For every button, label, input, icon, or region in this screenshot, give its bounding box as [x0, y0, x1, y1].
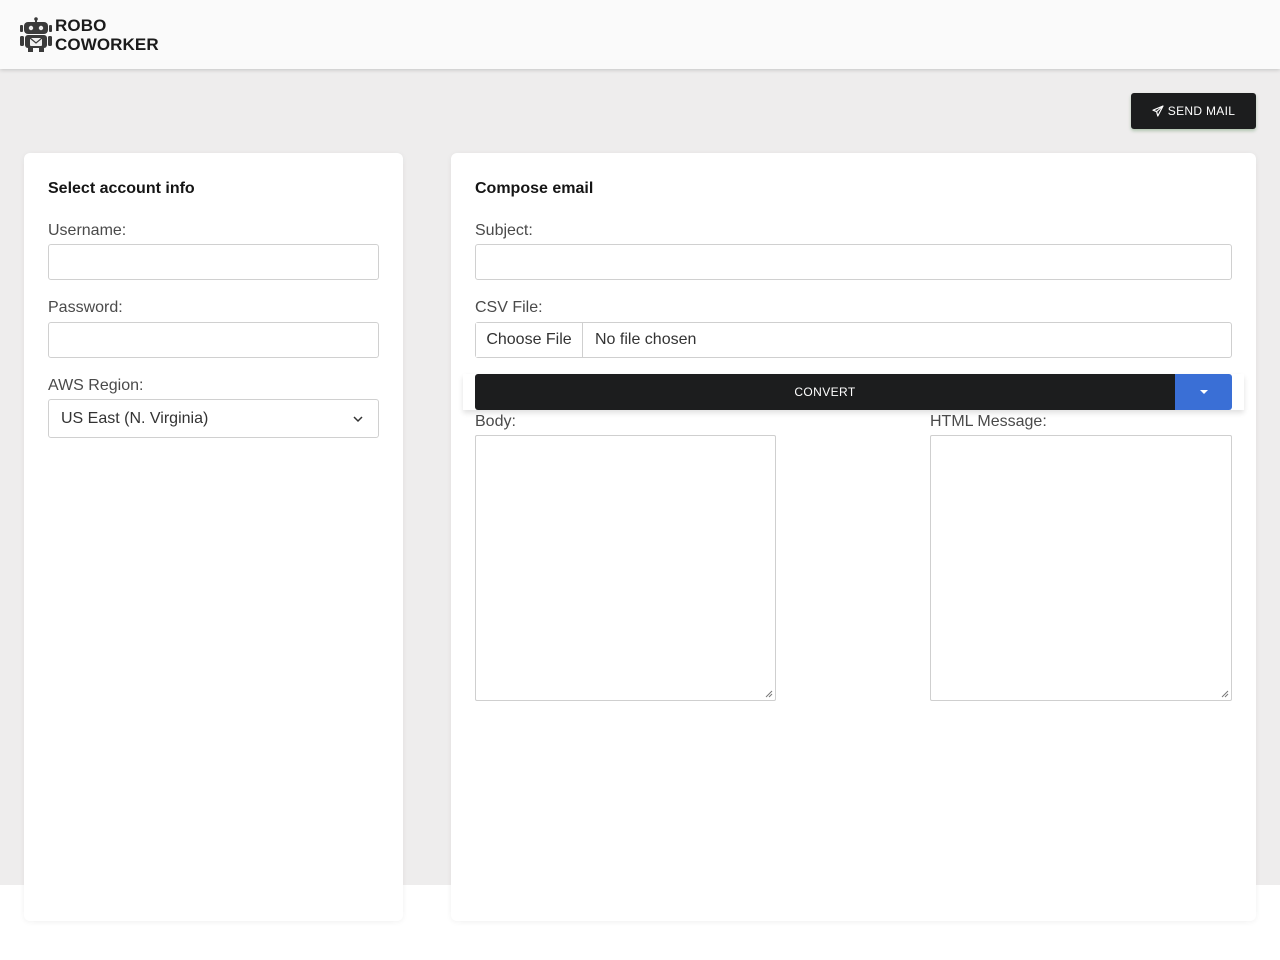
- csv-file-input[interactable]: Choose File No file chosen: [475, 322, 1232, 358]
- chevron-down-icon: [353, 416, 363, 423]
- body-label: Body:: [475, 413, 516, 430]
- caret-down-icon: [1199, 390, 1208, 394]
- convert-dropdown-toggle[interactable]: [1175, 374, 1232, 410]
- account-card-title: Select account info: [48, 180, 195, 197]
- resize-grip-icon[interactable]: [1221, 690, 1229, 698]
- resize-grip-icon[interactable]: [765, 690, 773, 698]
- brand-line-1: ROBO: [55, 16, 107, 35]
- body-textarea[interactable]: [475, 435, 776, 701]
- html-message-textarea[interactable]: [930, 435, 1232, 701]
- password-label: Password:: [48, 299, 123, 316]
- convert-button[interactable]: CONVERT: [475, 374, 1175, 410]
- username-input[interactable]: [48, 244, 379, 280]
- password-input[interactable]: [48, 322, 379, 358]
- csv-file-label: CSV File:: [475, 299, 543, 316]
- html-message-label: HTML Message:: [930, 413, 1047, 430]
- brand-logo[interactable]: ROBO COWORKER: [19, 16, 159, 54]
- top-navbar: ROBO COWORKER: [0, 0, 1280, 69]
- paper-plane-icon: [1152, 105, 1164, 117]
- aws-region-label: AWS Region:: [48, 377, 144, 394]
- aws-region-select[interactable]: US East (N. Virginia): [48, 399, 379, 438]
- send-mail-label: SEND MAIL: [1167, 104, 1236, 118]
- compose-email-card: Compose email Subject: CSV File: Choose …: [451, 153, 1256, 921]
- compose-card-title: Compose email: [475, 180, 594, 197]
- brand-line-2: COWORKER: [55, 35, 159, 54]
- account-info-card: Select account info Username: Password: …: [24, 153, 403, 921]
- subject-input[interactable]: [475, 244, 1232, 280]
- choose-file-button[interactable]: Choose File: [476, 323, 583, 357]
- file-status-text: No file chosen: [595, 331, 697, 348]
- robot-mail-icon: [20, 17, 52, 52]
- subject-label: Subject:: [475, 222, 533, 239]
- username-label: Username:: [48, 222, 127, 239]
- brand-name: ROBO COWORKER: [55, 16, 159, 54]
- aws-region-value: US East (N. Virginia): [61, 409, 209, 427]
- send-mail-button[interactable]: SEND MAIL: [1131, 93, 1256, 129]
